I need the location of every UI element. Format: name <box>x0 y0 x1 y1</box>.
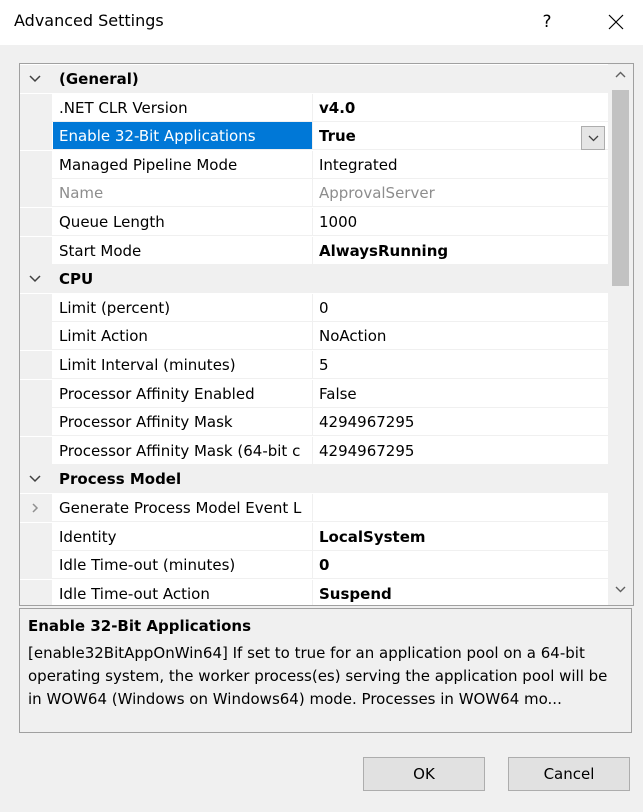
property-name: Idle Time-out Action <box>59 584 210 603</box>
property-name: Enable 32-Bit Applications <box>53 122 312 151</box>
close-icon <box>608 14 624 30</box>
property-value[interactable]: v4.0 <box>313 94 608 122</box>
category-label: (General) <box>59 70 139 88</box>
property-value[interactable]: NoAction <box>313 322 608 350</box>
row-gutter <box>20 208 52 236</box>
title-bar: Advanced Settings ? <box>0 0 643 45</box>
property-row[interactable]: Enable 32-Bit Applications True <box>20 122 608 151</box>
chevron-down-icon[interactable] <box>28 274 42 284</box>
close-button[interactable] <box>598 6 634 38</box>
property-value[interactable]: 4294967295 <box>313 408 608 436</box>
chevron-down-icon <box>588 135 599 142</box>
row-gutter <box>20 579 52 605</box>
property-value[interactable] <box>313 494 608 522</box>
chevron-down-icon[interactable] <box>28 74 42 84</box>
row-gutter <box>20 351 52 379</box>
property-row[interactable]: Generate Process Model Event L <box>20 494 608 522</box>
property-name: Processor Affinity Mask <box>59 413 233 432</box>
row-gutter <box>20 122 52 151</box>
property-value[interactable]: 5 <box>313 351 608 379</box>
row-gutter <box>20 293 52 322</box>
row-gutter <box>20 436 52 465</box>
property-value[interactable]: 0 <box>313 294 608 322</box>
property-value[interactable]: True <box>313 122 608 150</box>
property-name: Managed Pipeline Mode <box>59 155 238 174</box>
property-value[interactable]: LocalSystem <box>313 523 608 551</box>
scroll-up-icon[interactable] <box>615 71 626 78</box>
row-gutter <box>20 179 52 208</box>
property-grid[interactable]: (General) .NET CLR Version v4.0 Enable 32-B… <box>19 63 634 606</box>
property-name: Generate Process Model Event L <box>59 499 302 517</box>
property-value[interactable]: ApprovalServer <box>313 179 608 207</box>
row-gutter <box>20 522 52 551</box>
property-name: Limit (percent) <box>59 298 171 317</box>
property-row[interactable]: Name ApprovalServer <box>20 179 608 208</box>
help-button[interactable]: ? <box>530 6 564 38</box>
category-label: Process Model <box>59 470 182 489</box>
property-row[interactable]: Processor Affinity Enabled False <box>20 379 608 408</box>
property-name: Limit Action <box>59 327 148 346</box>
property-row[interactable]: Queue Length 1000 <box>20 208 608 236</box>
property-row[interactable]: Limit Interval (minutes) 5 <box>20 351 608 379</box>
property-row[interactable]: Idle Time-out (minutes) 0 <box>20 551 608 580</box>
property-row[interactable]: Managed Pipeline Mode Integrated <box>20 150 608 179</box>
window-title: Advanced Settings <box>14 11 164 30</box>
property-name: Name <box>59 184 104 203</box>
ok-button[interactable]: OK <box>363 757 485 791</box>
vertical-scrollbar[interactable] <box>608 64 633 605</box>
property-row[interactable]: Processor Affinity Mask 4294967295 <box>20 408 608 437</box>
property-row[interactable]: Processor Affinity Mask (64-bit c 4294967… <box>20 436 608 465</box>
cancel-button[interactable]: Cancel <box>508 757 630 791</box>
property-row[interactable]: .NET CLR Version v4.0 <box>20 93 608 122</box>
property-value[interactable]: 1000 <box>313 208 608 236</box>
chevron-right-icon[interactable] <box>28 503 42 513</box>
property-name: .NET CLR Version <box>59 98 188 117</box>
row-gutter <box>20 551 52 580</box>
description-title: Enable 32-Bit Applications <box>28 617 251 635</box>
property-name: Start Mode <box>59 241 142 260</box>
property-name: Queue Length <box>59 213 165 231</box>
property-row[interactable]: Limit Action NoAction <box>20 322 608 351</box>
property-name: Processor Affinity Mask (64-bit c <box>59 441 301 460</box>
scroll-down-icon[interactable] <box>615 586 626 593</box>
row-gutter <box>20 322 52 351</box>
property-name: Limit Interval (minutes) <box>59 356 236 374</box>
property-row[interactable]: Limit (percent) 0 <box>20 293 608 322</box>
category-row[interactable]: (General) <box>20 65 608 93</box>
property-value[interactable]: 0 <box>313 551 608 579</box>
property-name: Processor Affinity Enabled <box>59 384 255 403</box>
scrollbar-thumb[interactable] <box>612 90 629 286</box>
description-text: [enable32BitAppOnWin64] If set to true f… <box>28 644 608 708</box>
property-value[interactable]: False <box>313 380 608 408</box>
row-gutter <box>20 408 52 437</box>
property-name: Idle Time-out (minutes) <box>59 556 236 575</box>
row-gutter <box>20 150 52 179</box>
property-value[interactable]: 4294967295 <box>313 437 608 465</box>
property-value[interactable]: Suspend <box>313 580 608 605</box>
value-dropdown-button[interactable] <box>581 126 605 150</box>
row-gutter <box>20 93 52 122</box>
row-gutter <box>20 379 52 408</box>
description-panel: Enable 32-Bit Applications [enable32BitA… <box>19 608 632 733</box>
property-name: Identity <box>59 527 117 546</box>
property-row[interactable]: Idle Time-out Action Suspend <box>20 579 608 605</box>
property-value[interactable]: AlwaysRunning <box>313 237 608 265</box>
row-gutter <box>20 236 52 265</box>
property-row[interactable]: Identity LocalSystem <box>20 522 608 551</box>
property-row[interactable]: Start Mode AlwaysRunning <box>20 236 608 265</box>
property-value[interactable]: Integrated <box>313 151 608 179</box>
category-row[interactable]: CPU <box>20 265 608 294</box>
category-label: CPU <box>59 270 94 289</box>
category-row[interactable]: Process Model <box>20 465 608 494</box>
chevron-down-icon[interactable] <box>28 474 42 484</box>
